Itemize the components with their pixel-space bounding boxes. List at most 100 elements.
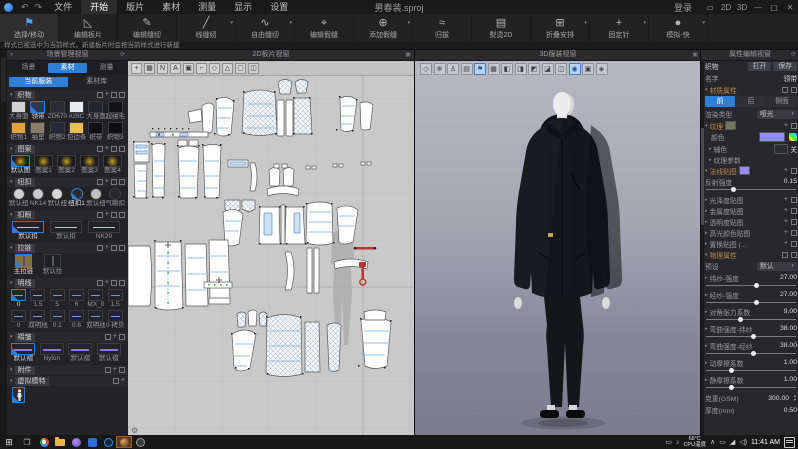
normal-map-section-header[interactable]: ▾法线贴图 +	[705, 165, 797, 176]
avatar-section-header[interactable]: ▾ 虚拟模特 +	[7, 376, 128, 386]
fabric-section-header[interactable]: ▾ 织物 +	[7, 90, 128, 100]
menu-item[interactable]: 版片	[117, 0, 153, 14]
ribbon-tool[interactable]: ● 模拟-快 ▾	[649, 14, 708, 42]
button-item[interactable]: 默认纽	[48, 188, 67, 208]
tool-3d-button[interactable]: ▤	[461, 63, 473, 75]
tool-3d-button[interactable]: ◫	[555, 63, 567, 75]
fabric-swatch[interactable]: #28C	[67, 101, 86, 121]
chevron-down-icon[interactable]: ▾	[702, 20, 705, 26]
tool-2d-button[interactable]: ▣	[183, 63, 194, 74]
topstitch-item[interactable]: 5	[48, 289, 67, 309]
scene-tab[interactable]: 测量	[87, 63, 126, 73]
ribbon-tool[interactable]: ◺ 编辑板片 ▾	[59, 14, 118, 42]
tool-3d-button[interactable]: ◪	[542, 63, 554, 75]
tool-3d-button[interactable]: ▦	[488, 63, 500, 75]
task-view-button[interactable]: ❐	[18, 438, 36, 447]
ribbon-tool[interactable]: ⊞ 折叠安排 ▾	[531, 14, 590, 42]
fabric-swatch[interactable]: 起绒毛	[105, 101, 124, 121]
maximize-button[interactable]: ▢	[766, 3, 782, 12]
section-actions[interactable]: +	[97, 280, 125, 286]
ribbon-tool[interactable]: ⚑ 选择/移动 ▾	[0, 14, 59, 42]
pattern-item[interactable]: 图案4	[101, 155, 124, 175]
button-item[interactable]: 纽扣1	[67, 188, 86, 208]
topstitch-section-header[interactable]: ▾ 明线 +	[7, 278, 128, 288]
chevron-down-icon[interactable]: ▾	[230, 20, 233, 26]
topstitch-item[interactable]: 1.5	[105, 289, 124, 309]
map-row[interactable]: ▸ 高光颜色贴图 +	[705, 227, 797, 238]
ribbon-tool[interactable]: ✎ 编辑缝纫 ▾	[118, 14, 177, 42]
physics-slider[interactable]: ▸ 纬纱-强度 27.00	[705, 273, 797, 288]
buttonhole-section-header[interactable]: ▾ 扣眼 +	[7, 210, 128, 220]
login-button[interactable]: 登录	[674, 1, 692, 14]
undo-icon[interactable]: ↶	[21, 2, 29, 13]
tool-2d-button[interactable]: ▦	[144, 63, 155, 74]
button-item[interactable]: NK14	[28, 188, 47, 208]
avatar-item[interactable]	[9, 387, 28, 403]
topstitch-item[interactable]: 6	[67, 289, 86, 309]
render-type-dropdown[interactable]: 哑光▾	[757, 110, 797, 119]
physics-slider[interactable]: ▸ 静摩擦系数 1.00	[705, 375, 797, 390]
menu-item[interactable]: 开始	[81, 0, 117, 14]
refresh-icon[interactable]: ⟳	[791, 50, 796, 60]
tool-3d-button[interactable]: ♙	[447, 63, 459, 75]
physics-slider[interactable]: ▸ 动摩擦系数 1.00	[705, 358, 797, 373]
taskbar-app-circle-icon[interactable]	[100, 436, 116, 448]
topstitch-item[interactable]: 0	[9, 289, 28, 309]
view-2d-toggle[interactable]: 2D	[718, 3, 734, 12]
pucker-item[interactable]: Nylon	[38, 343, 67, 363]
topstitch-item[interactable]: 0 拷贝	[105, 310, 124, 330]
section-actions[interactable]: +	[97, 179, 125, 185]
section-actions[interactable]: +	[97, 146, 125, 152]
color-swatch[interactable]	[759, 132, 785, 142]
fabric-swatch[interactable]: 大身面	[86, 101, 105, 121]
button-item[interactable]: 默认纽	[86, 188, 105, 208]
taskbar-app-purple-icon[interactable]	[68, 436, 84, 448]
topstitch-item[interactable]: 双明线	[86, 310, 105, 330]
zipper-item[interactable]: 主拉链	[9, 254, 38, 276]
start-button[interactable]: ⊞	[0, 437, 18, 448]
fabric-swatch[interactable]: 袖里	[28, 122, 47, 142]
secondary-toggle[interactable]: 关	[790, 144, 797, 154]
chevron-down-icon[interactable]: ▾	[289, 20, 292, 26]
cpu-temp-widget[interactable]: 68°C CPU温度	[683, 436, 706, 448]
tool-2d-button[interactable]: ◫	[248, 63, 259, 74]
taskbar-style3d-active-icon[interactable]	[116, 436, 132, 448]
physics-slider[interactable]: ▸ 弯曲强度-纬纱 38.00	[705, 324, 797, 339]
pattern-section-header[interactable]: ▾ 图案 +	[7, 144, 128, 154]
ribbon-tool[interactable]: ∿ 自由缝纫 ▾	[236, 14, 295, 42]
tray-expand-icon[interactable]: ∧	[710, 438, 715, 446]
section-actions[interactable]: +	[105, 334, 125, 340]
pucker-item[interactable]: 默认褶	[95, 343, 124, 363]
menu-item[interactable]: 测量	[189, 0, 225, 14]
zipper-item[interactable]: 默认拉	[38, 254, 67, 276]
pattern-item[interactable]: 图案3	[78, 155, 101, 175]
fabric-swatch[interactable]: 织物1	[9, 122, 28, 142]
minimize-button[interactable]: —	[750, 3, 766, 12]
tool-3d-button[interactable]: ◩	[528, 63, 540, 75]
section-actions[interactable]: +	[97, 92, 125, 98]
menu-item[interactable]: 素材	[153, 0, 189, 14]
button-section-header[interactable]: ▾ 纽扣 +	[7, 177, 128, 187]
fabric-swatch[interactable]: ZD670	[48, 101, 67, 121]
fabric-swatch[interactable]: 织带	[86, 122, 105, 142]
fabric-swatch[interactable]: 领带	[28, 101, 47, 121]
clock[interactable]: 11:41 AM	[751, 439, 780, 446]
popout-icon[interactable]: ▣	[692, 50, 698, 60]
tool-3d-button[interactable]: ⚑	[474, 63, 486, 75]
section-actions[interactable]: +	[97, 245, 125, 251]
topstitch-item[interactable]: 0	[9, 310, 28, 330]
tool-3d-button[interactable]: ◈	[596, 63, 608, 75]
topstitch-item[interactable]: 1.5	[28, 289, 47, 309]
side-tab[interactable]: 后	[736, 96, 766, 107]
open-button[interactable]: 打开	[748, 62, 772, 71]
ribbon-tool[interactable]: ≈ 归拔 ▾	[413, 14, 472, 42]
name-value[interactable]: 领带	[783, 73, 797, 83]
fabric-swatch[interactable]: 织物2	[48, 122, 67, 142]
buttonhole-item[interactable]: NK20	[85, 221, 123, 241]
save-button[interactable]: 保存	[773, 62, 797, 71]
taskbar-explorer-icon[interactable]	[52, 436, 68, 448]
pucker-section-header[interactable]: ▾ 褶皱 +	[7, 332, 128, 342]
button-item[interactable]: 默认纽	[9, 188, 28, 208]
menu-item[interactable]: 文件	[45, 0, 81, 14]
tool-2d-button[interactable]: ▢	[235, 63, 246, 74]
